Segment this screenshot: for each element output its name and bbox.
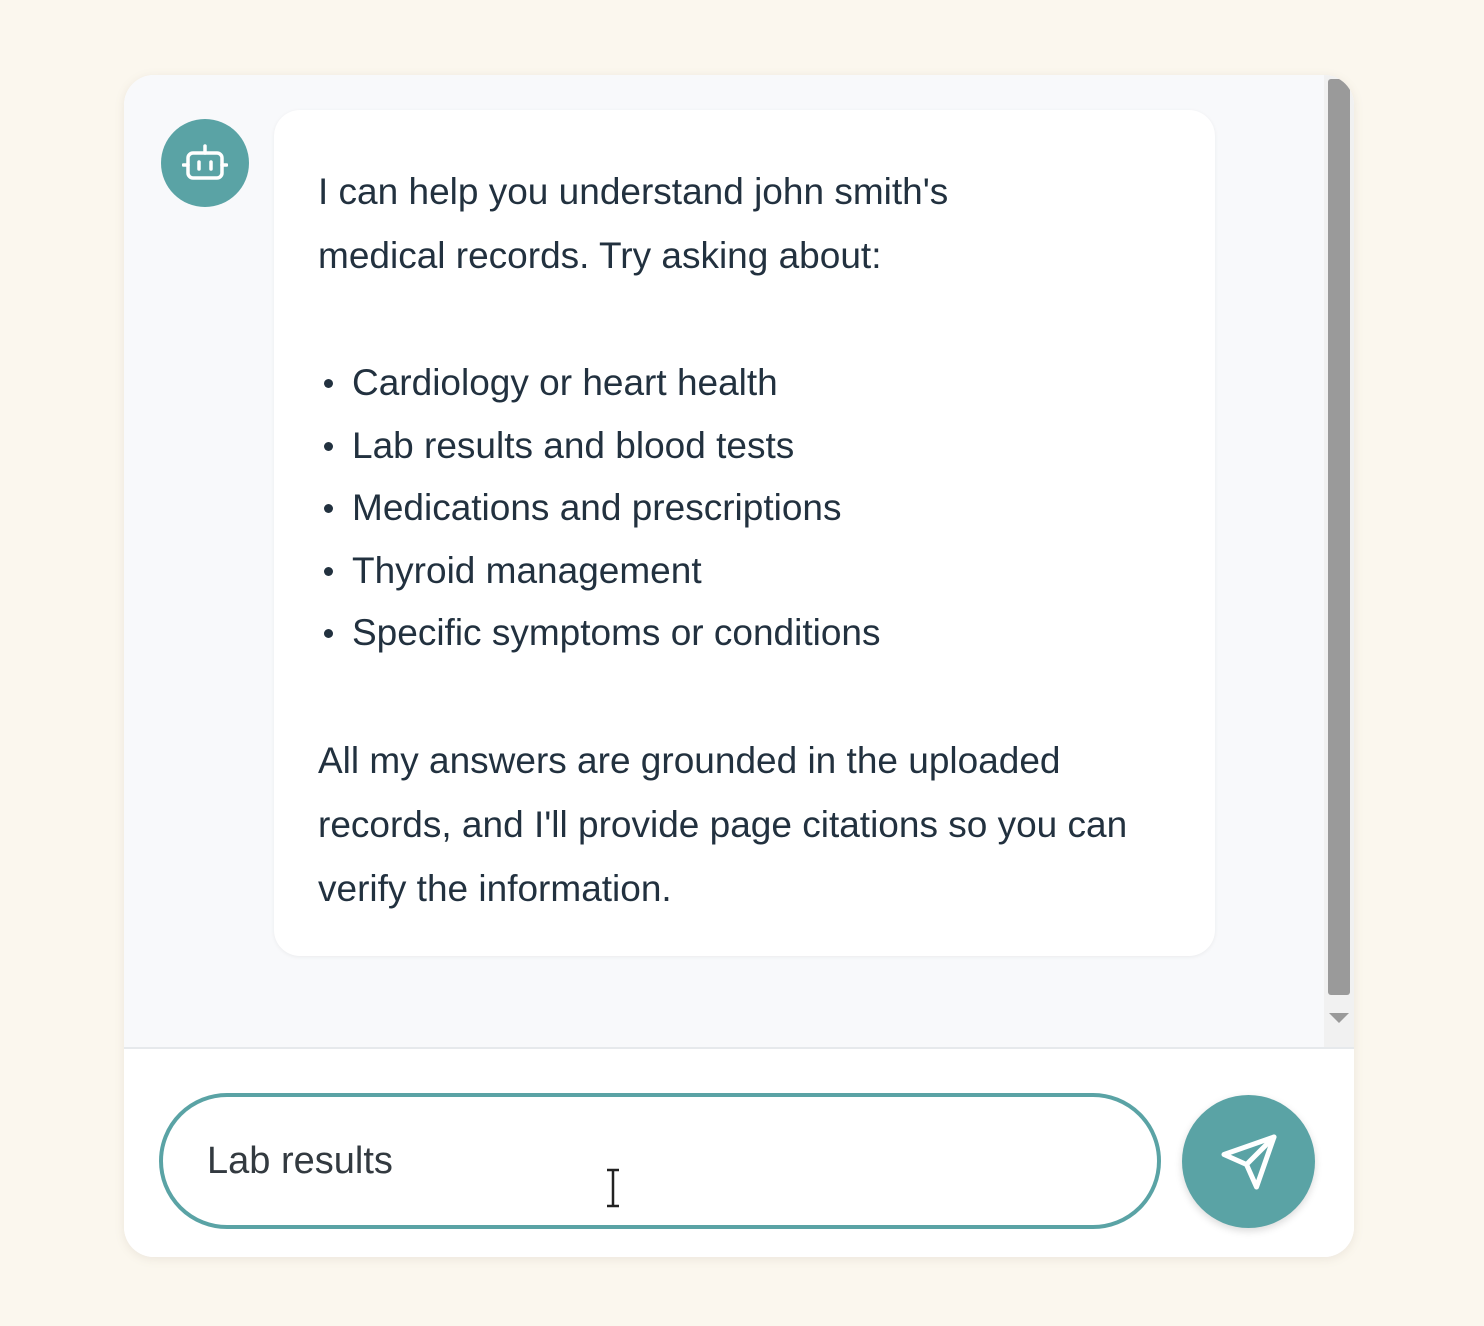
suggested-topics-list: Cardiology or heart health Lab results a… <box>318 352 1171 665</box>
bot-avatar <box>161 119 249 207</box>
robot-icon <box>182 144 228 180</box>
send-icon <box>1221 1134 1276 1189</box>
suggested-topic-item: Medications and prescriptions <box>318 477 1171 540</box>
scrollbar-thumb[interactable] <box>1328 79 1350 995</box>
message-list[interactable]: I can help you understand john smith's m… <box>124 75 1354 1047</box>
scrollbar[interactable] <box>1324 75 1354 1047</box>
chat-panel: I can help you understand john smith's m… <box>124 75 1354 1257</box>
suggested-topic-item: Lab results and blood tests <box>318 415 1171 478</box>
suggested-topic-item: Cardiology or heart health <box>318 352 1171 415</box>
text-cursor-icon <box>607 1168 619 1208</box>
message-composer <box>124 1047 1354 1257</box>
assistant-message-bubble: I can help you understand john smith's m… <box>274 110 1215 956</box>
message-input[interactable] <box>159 1093 1161 1229</box>
scroll-down-arrow-icon[interactable] <box>1329 1013 1349 1023</box>
assistant-message-intro: I can help you understand john smith's m… <box>318 171 949 276</box>
send-button[interactable] <box>1182 1095 1315 1228</box>
suggested-topic-item: Specific symptoms or conditions <box>318 602 1171 665</box>
suggested-topic-item: Thyroid management <box>318 540 1171 603</box>
assistant-message-closing: All my answers are grounded in the uploa… <box>318 739 1128 909</box>
